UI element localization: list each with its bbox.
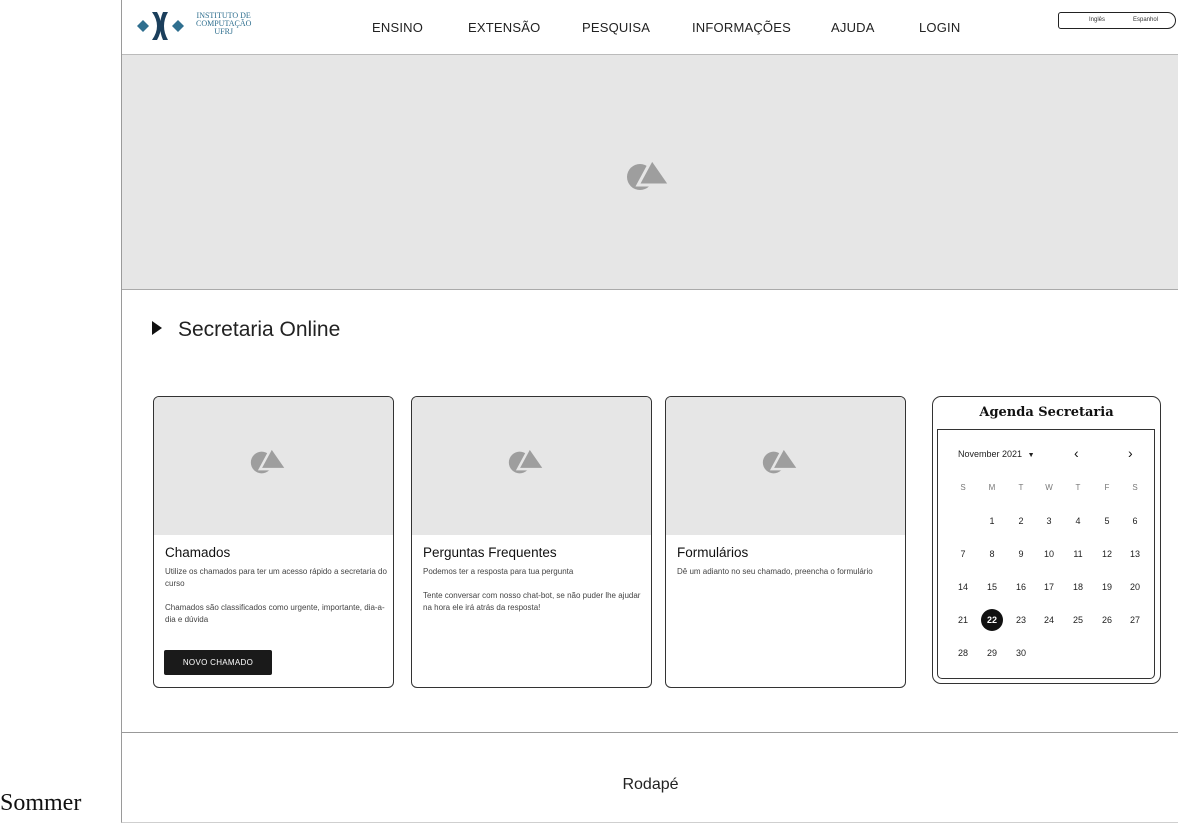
calendar-day[interactable]: 3 bbox=[1038, 510, 1060, 532]
nav-pesquisa[interactable]: PESQUISA bbox=[582, 20, 650, 35]
calendar-day[interactable]: 18 bbox=[1067, 576, 1089, 598]
novo-chamado-button[interactable]: NOVO CHAMADO bbox=[164, 650, 272, 675]
calendar-day[interactable]: 14 bbox=[952, 576, 974, 598]
chevron-right-icon[interactable]: › bbox=[1128, 445, 1133, 461]
calendar-grid: November 2021 ▼ ‹ › S M T W T F S 1 2 3 4 5 6 7 8 9 10 11… bbox=[937, 429, 1155, 679]
page-frame: INSTITUTO DE COMPUTAÇÃO UFRJ ENSINO EXTE… bbox=[121, 0, 1178, 823]
card-image-placeholder bbox=[666, 397, 905, 535]
nav-informacoes[interactable]: INFORMAÇÕES bbox=[692, 20, 791, 35]
card-formularios: Formulários Dê um adianto no seu chamado… bbox=[665, 396, 906, 688]
weekday-label: T bbox=[1075, 483, 1081, 492]
language-option-espanhol[interactable]: Espanhol bbox=[1133, 17, 1158, 23]
calendar-day[interactable]: 10 bbox=[1038, 543, 1060, 565]
calendar-day[interactable]: 30 bbox=[1010, 642, 1032, 664]
calendar-day[interactable]: 13 bbox=[1124, 543, 1146, 565]
nav-login[interactable]: LOGIN bbox=[919, 20, 960, 35]
card-description: Podemos ter a resposta para tua pergunta bbox=[423, 567, 574, 576]
card-title: Perguntas Frequentes bbox=[423, 545, 557, 560]
logo-line: UFRJ bbox=[214, 27, 234, 36]
calendar-day[interactable]: 23 bbox=[1010, 609, 1032, 631]
calendar-day[interactable]: 28 bbox=[952, 642, 974, 664]
calendar-day[interactable]: 9 bbox=[1010, 543, 1032, 565]
logo-mark-icon bbox=[137, 12, 184, 40]
card-description: Dê um adianto no seu chamado, preencha o… bbox=[677, 567, 873, 576]
calendar-day[interactable]: 19 bbox=[1096, 576, 1118, 598]
calendar-day[interactable]: 29 bbox=[981, 642, 1003, 664]
nav-ajuda[interactable]: AJUDA bbox=[831, 20, 875, 35]
weekday-label: S bbox=[960, 483, 966, 492]
card-description: Chamados são classificados como urgente,… bbox=[165, 603, 385, 624]
calendar-day[interactable]: 7 bbox=[952, 543, 974, 565]
agenda-calendar: Agenda Secretaria November 2021 ▼ ‹ › S M… bbox=[932, 396, 1161, 684]
weekday-label: S bbox=[1132, 483, 1138, 492]
calendar-day[interactable]: 6 bbox=[1124, 510, 1146, 532]
nav-extensao[interactable]: EXTENSÃO bbox=[468, 20, 540, 35]
triangle-bullet-icon bbox=[152, 321, 162, 336]
caret-down-icon: ▼ bbox=[1027, 452, 1035, 459]
card-image-placeholder bbox=[154, 397, 393, 535]
card-perguntas-frequentes: Perguntas Frequentes Podemos ter a respo… bbox=[411, 396, 652, 688]
weekday-label: M bbox=[988, 483, 996, 492]
calendar-day[interactable]: 4 bbox=[1067, 510, 1089, 532]
calendar-day[interactable]: 17 bbox=[1038, 576, 1060, 598]
section-title: Secretaria Online bbox=[152, 318, 340, 342]
calendar-day[interactable]: 26 bbox=[1096, 609, 1118, 631]
card-title: Chamados bbox=[165, 545, 231, 560]
calendar-day[interactable]: 12 bbox=[1096, 543, 1118, 565]
image-placeholder-icon bbox=[762, 445, 802, 474]
calendar-day[interactable]: 20 bbox=[1124, 576, 1146, 598]
card-title: Formulários bbox=[677, 545, 749, 560]
image-placeholder-icon bbox=[508, 445, 548, 474]
calendar-day[interactable]: 27 bbox=[1124, 609, 1146, 631]
footer: Rodapé bbox=[122, 732, 1178, 823]
nav-ensino[interactable]: ENSINO bbox=[372, 20, 423, 35]
month-label: November 2021 bbox=[958, 449, 1023, 459]
weekday-label: T bbox=[1018, 483, 1024, 492]
card-description: Tente conversar com nosso chat-bot, se n… bbox=[423, 591, 641, 612]
calendar-day-selected[interactable]: 22 bbox=[981, 609, 1003, 631]
calendar-day[interactable]: 15 bbox=[981, 576, 1003, 598]
calendar-day[interactable]: 5 bbox=[1096, 510, 1118, 532]
outside-label: Sommer bbox=[0, 790, 82, 816]
card-description: Utilize os chamados para ter um acesso r… bbox=[165, 567, 387, 588]
image-placeholder-icon bbox=[250, 445, 290, 474]
calendar-day[interactable]: 21 bbox=[952, 609, 974, 631]
footer-text: Rodapé bbox=[622, 776, 679, 793]
calendar-day[interactable]: 16 bbox=[1010, 576, 1032, 598]
language-switcher: Inglês Espanhol bbox=[1058, 12, 1176, 29]
logo-text: INSTITUTO DE COMPUTAÇÃO UFRJ bbox=[196, 12, 251, 36]
calendar-title: Agenda Secretaria bbox=[979, 405, 1114, 420]
header: INSTITUTO DE COMPUTAÇÃO UFRJ ENSINO EXTE… bbox=[122, 0, 1178, 55]
section-title-text: Secretaria Online bbox=[178, 318, 341, 341]
calendar-day[interactable]: 24 bbox=[1038, 609, 1060, 631]
card-chamados: Chamados Utilize os chamados para ter um… bbox=[153, 396, 394, 688]
image-placeholder-icon bbox=[627, 157, 673, 190]
weekday-label: W bbox=[1045, 483, 1053, 492]
hero-banner-placeholder bbox=[122, 55, 1178, 290]
calendar-day[interactable]: 2 bbox=[1010, 510, 1032, 532]
calendar-day[interactable]: 1 bbox=[981, 510, 1003, 532]
card-image-placeholder bbox=[412, 397, 651, 535]
weekday-label: F bbox=[1104, 483, 1110, 492]
institute-logo[interactable]: INSTITUTO DE COMPUTAÇÃO UFRJ bbox=[134, 6, 284, 46]
calendar-day[interactable]: 25 bbox=[1067, 609, 1089, 631]
calendar-day[interactable]: 11 bbox=[1067, 543, 1089, 565]
calendar-day[interactable]: 8 bbox=[981, 543, 1003, 565]
chevron-left-icon[interactable]: ‹ bbox=[1074, 445, 1079, 461]
month-selector[interactable]: November 2021 ▼ bbox=[958, 449, 1035, 459]
language-option-ingles[interactable]: Inglês bbox=[1089, 17, 1105, 23]
